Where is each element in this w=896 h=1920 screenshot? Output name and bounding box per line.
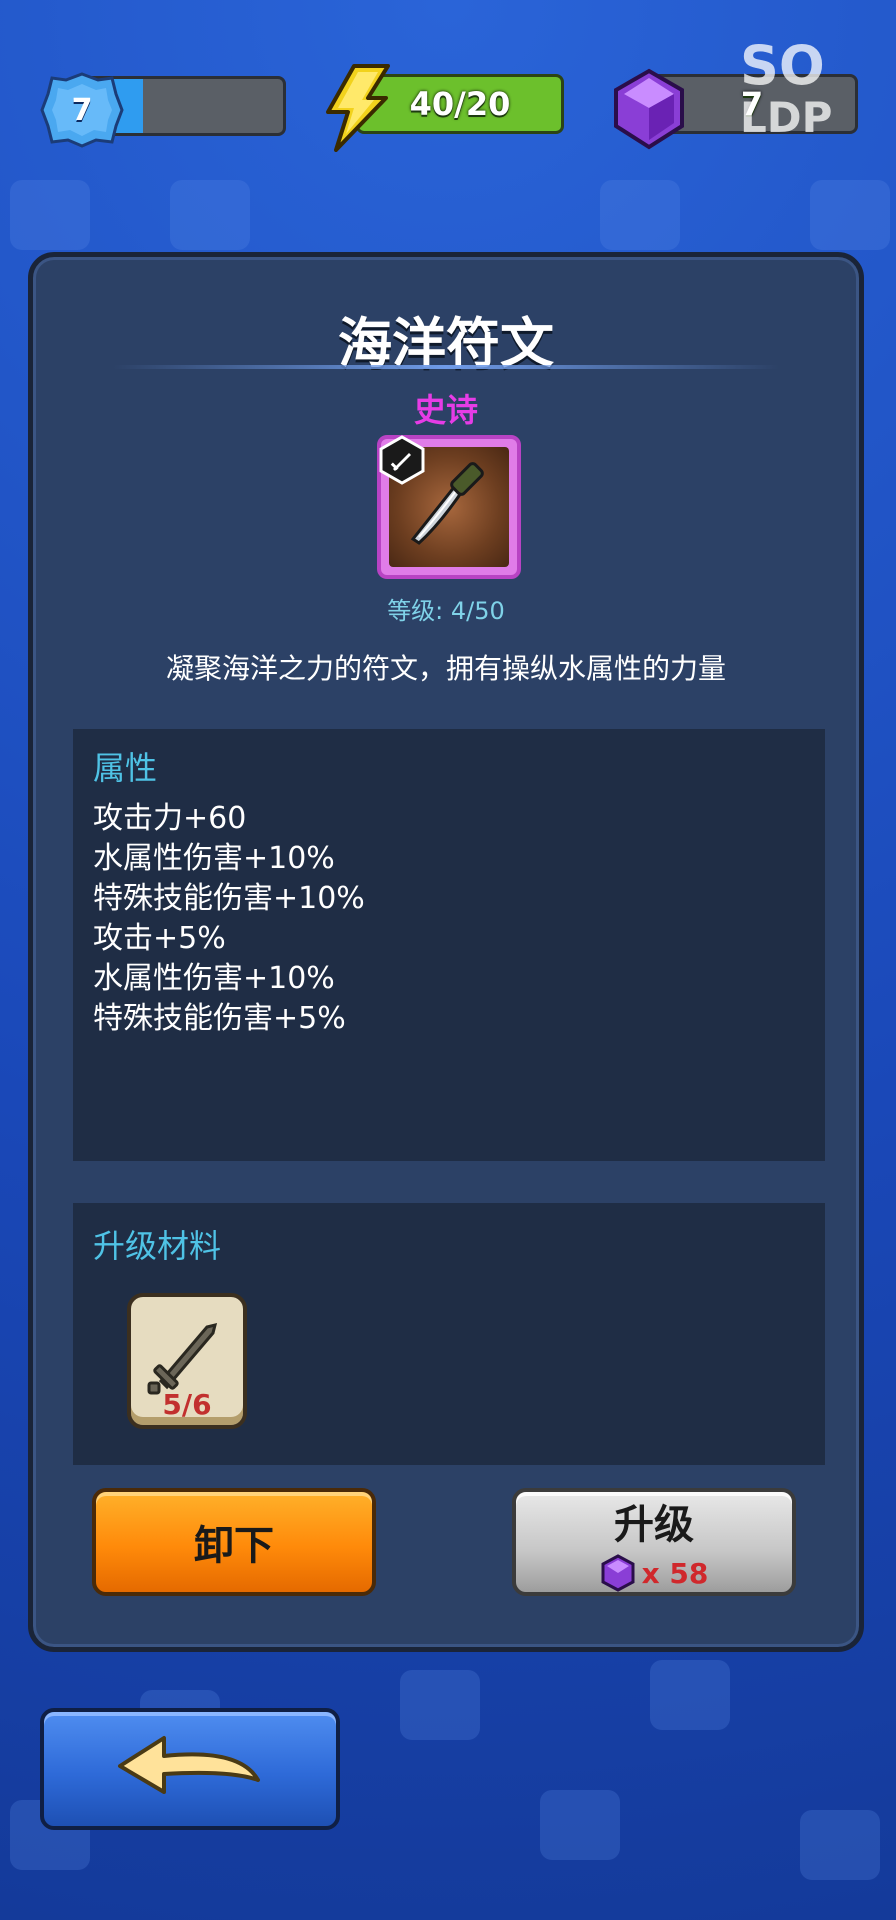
item-detail-panel: 海洋符文 史诗 等级: 4/50 凝聚海洋之力的符文，拥有操纵水属性的力量 属性… xyxy=(28,252,864,1652)
player-level: 7 xyxy=(71,92,93,128)
background-tile xyxy=(810,180,890,250)
lightning-bolt-icon xyxy=(326,64,390,152)
attribute-line: 特殊技能伤害+10% xyxy=(93,881,365,916)
item-description: 凝聚海洋之力的符文，拥有操纵水属性的力量 xyxy=(165,652,726,685)
background-tile xyxy=(10,180,90,250)
watermark-line2: LDP xyxy=(740,93,833,142)
unequip-button[interactable]: 卸下 xyxy=(92,1488,376,1596)
attribute-line: 水属性伤害+10% xyxy=(93,961,335,996)
background-tile xyxy=(170,180,250,250)
upgrade-cost-value: x 58 xyxy=(641,1556,709,1590)
purple-gem-icon xyxy=(601,1554,635,1592)
material-count: 5/6 xyxy=(162,1388,212,1421)
unequip-label: 卸下 xyxy=(194,1523,274,1569)
attributes-box: 属性 攻击力+60 水属性伤害+10% 特殊技能伤害+10% 攻击+5% 水属性… xyxy=(73,729,825,1161)
watermark-line1: SO xyxy=(740,34,825,97)
background-tile xyxy=(600,180,680,250)
attribute-line: 攻击+5% xyxy=(93,921,226,956)
back-button[interactable] xyxy=(40,1708,340,1830)
title-divider xyxy=(113,365,779,369)
background-tile xyxy=(650,1660,730,1730)
item-rarity: 史诗 xyxy=(413,391,478,429)
background-tile xyxy=(540,1790,620,1860)
background-tile xyxy=(800,1810,880,1880)
weapon-type-badge-icon xyxy=(379,435,425,485)
upgrade-button[interactable]: 升级 x 58 xyxy=(512,1488,796,1596)
material-slot[interactable]: 5/6 xyxy=(127,1293,247,1429)
materials-box: 升级材料 5/6 xyxy=(73,1203,825,1465)
attribute-line: 攻击力+60 xyxy=(93,801,247,836)
purple-gem-icon xyxy=(614,68,684,150)
upgrade-cost: x 58 xyxy=(600,1554,709,1592)
attribute-line: 水属性伤害+10% xyxy=(93,841,335,876)
background-tile xyxy=(400,1670,480,1740)
attribute-line: 特殊技能伤害+5% xyxy=(93,1001,346,1036)
upgrade-label: 升级 xyxy=(614,1502,694,1548)
item-level: 等级: 4/50 xyxy=(387,597,505,625)
materials-title: 升级材料 xyxy=(93,1227,222,1265)
item-icon-frame xyxy=(377,435,521,579)
top-status-bar: 7 40/20 7 SO LDP xyxy=(0,0,896,160)
watermark-logo: SO LDP xyxy=(740,34,870,150)
attributes-title: 属性 xyxy=(93,749,158,787)
back-arrow-icon xyxy=(118,1736,260,1794)
